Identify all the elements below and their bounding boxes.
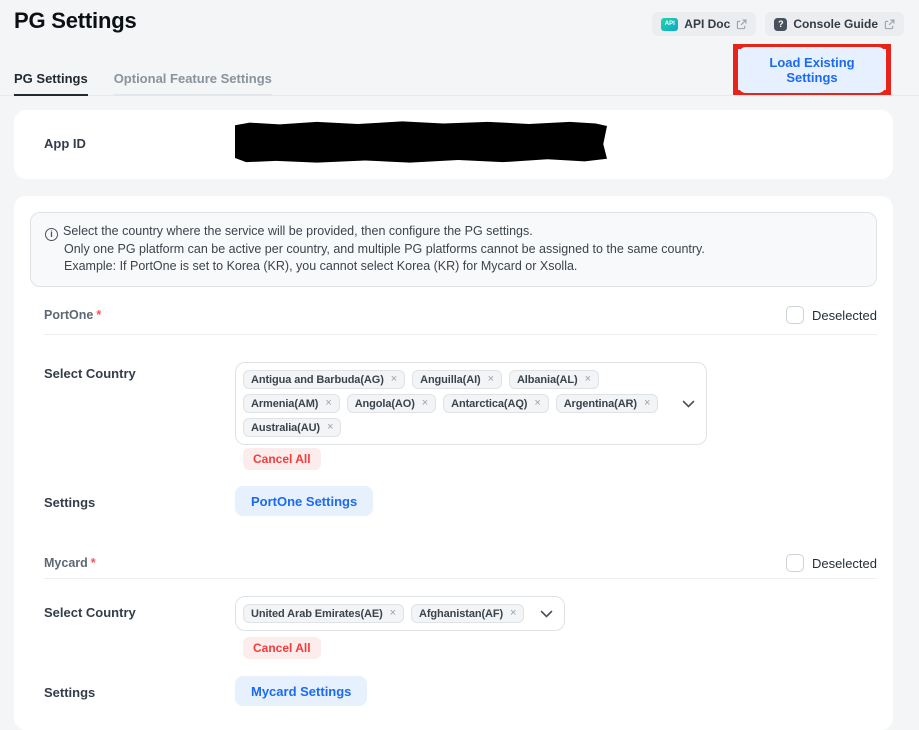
mycard-deselected-label: Deselected [812,556,877,571]
mycard-cancel-all-button[interactable]: Cancel All [243,637,321,659]
load-existing-settings-button[interactable]: Load Existing Settings [738,47,886,93]
country-tag: Anguilla(AI) × [412,370,502,389]
country-tag-label: Australia(AU) [251,422,320,434]
divider [44,334,877,335]
notice-line-1: iSelect the country where the service wi… [45,223,862,241]
remove-country-icon[interactable]: × [488,374,494,385]
page-title: PG Settings [14,8,137,34]
mycard-select-country-label: Select Country [44,605,136,620]
country-tag-label: Afghanistan(AF) [419,608,503,620]
country-tag: Albania(AL) × [509,370,599,389]
app-id-value-redacted [235,121,607,163]
chevron-down-icon [540,610,553,618]
remove-country-icon[interactable]: × [585,374,591,385]
mycard-settings-button[interactable]: Mycard Settings [235,676,367,706]
remove-country-icon[interactable]: × [391,374,397,385]
mycard-country-multiselect[interactable]: United Arab Emirates(AE) × Afghanistan(A… [235,596,565,631]
notice-box: iSelect the country where the service wi… [30,212,877,287]
console-guide-label: Console Guide [793,17,878,31]
annotation-highlight-box: Load Existing Settings [733,44,891,95]
remove-country-icon[interactable]: × [534,398,540,409]
remove-country-icon[interactable]: × [644,398,650,409]
remove-country-icon[interactable]: × [327,422,333,433]
country-tag: Argentina(AR) × [556,394,659,413]
notice-line-3: Example: If PortOne is set to Korea (KR)… [45,258,862,275]
mycard-settings-label: Settings [44,685,95,700]
api-doc-button[interactable]: API API Doc [652,12,756,36]
pg-settings-card: iSelect the country where the service wi… [14,196,893,730]
country-tag: Angola(AO) × [347,394,436,413]
info-icon: i [45,228,58,241]
mycard-section-header: Mycard* Deselected [44,548,877,578]
country-tag-label: Armenia(AM) [251,398,318,410]
portone-deselected-label: Deselected [812,308,877,323]
required-asterisk: * [91,556,96,570]
country-tag-label: Albania(AL) [517,374,578,386]
country-tag: United Arab Emirates(AE) × [243,604,404,623]
country-tag: Armenia(AM) × [243,394,340,413]
external-link-icon [884,19,895,30]
country-tag: Antarctica(AQ) × [443,394,549,413]
portone-deselected-control: Deselected [786,306,877,324]
portone-select-country-label: Select Country [44,366,136,381]
portone-deselected-checkbox[interactable] [786,306,804,324]
country-tag: Antigua and Barbuda(AG) × [243,370,405,389]
chevron-down-icon [682,400,695,408]
remove-country-icon[interactable]: × [325,398,331,409]
question-icon: ? [774,18,787,31]
country-tag-label: United Arab Emirates(AE) [251,608,383,620]
portone-settings-label: Settings [44,495,95,510]
external-link-icon [736,19,747,30]
mycard-section-title: Mycard* [44,556,96,570]
divider [44,578,877,579]
country-tag-label: Antigua and Barbuda(AG) [251,374,384,386]
tab-optional-feature-settings[interactable]: Optional Feature Settings [114,62,272,96]
remove-country-icon[interactable]: × [390,608,396,619]
tab-pg-settings[interactable]: PG Settings [14,62,88,96]
mycard-deselected-checkbox[interactable] [786,554,804,572]
portone-cancel-all-button[interactable]: Cancel All [243,448,321,470]
app-id-label: App ID [44,136,86,151]
portone-section-title: PortOne* [44,308,101,322]
mycard-deselected-control: Deselected [786,554,877,572]
country-tag-label: Argentina(AR) [564,398,637,410]
api-doc-label: API Doc [684,17,730,31]
portone-settings-button[interactable]: PortOne Settings [235,486,373,516]
required-asterisk: * [96,308,101,322]
portone-section-header: PortOne* Deselected [44,300,877,330]
api-doc-icon: API [661,18,678,31]
notice-line-2: Only one PG platform can be active per c… [45,241,862,258]
portone-country-multiselect[interactable]: Antigua and Barbuda(AG) × Anguilla(AI) ×… [235,362,707,445]
header-actions: API API Doc ? Console Guide [652,12,904,36]
console-guide-button[interactable]: ? Console Guide [765,12,904,36]
country-tag-label: Angola(AO) [355,398,415,410]
remove-country-icon[interactable]: × [422,398,428,409]
country-tag-label: Antarctica(AQ) [451,398,527,410]
country-tag: Australia(AU) × [243,418,341,437]
remove-country-icon[interactable]: × [510,608,516,619]
country-tag: Afghanistan(AF) × [411,604,524,623]
country-tag-label: Anguilla(AI) [420,374,481,386]
app-id-card: App ID [14,110,893,179]
